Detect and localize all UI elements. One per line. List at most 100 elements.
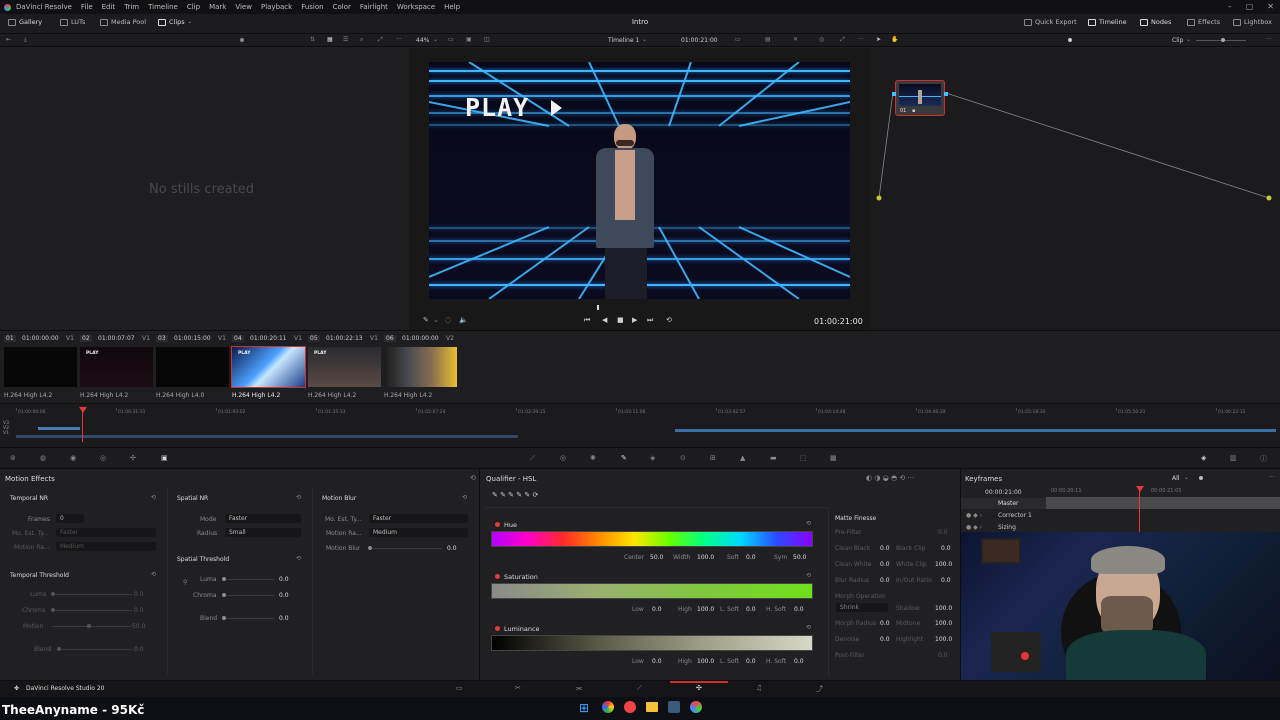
menu-app[interactable]: DaVinci Resolve	[16, 3, 72, 11]
menu-mark[interactable]: Mark	[209, 3, 226, 11]
qualifier-mode-icons[interactable]: ◐ ◑ ◒ ◓ ⟲ ···	[866, 474, 914, 482]
minimize-icon[interactable]: –	[1228, 2, 1232, 11]
link-icon[interactable]: ⚲	[183, 579, 187, 586]
in-out-ratio-value[interactable]: 0.0	[941, 577, 951, 584]
loop-transport-icon[interactable]: ◌	[445, 316, 451, 324]
luminance-enable-dot[interactable]	[495, 626, 500, 631]
clip-thumbnail[interactable]	[384, 347, 457, 387]
luts-button[interactable]: LUTs	[60, 18, 85, 26]
windows-start-icon[interactable]: ⊞	[579, 701, 589, 715]
hue-center-value[interactable]: 50.0	[650, 554, 663, 561]
mb-motion-range-select[interactable]: Medium	[369, 528, 468, 537]
go-to-start-icon[interactable]: ⏮	[584, 316, 590, 325]
white-clip-value[interactable]: 100.0	[935, 561, 952, 568]
highlight-icon[interactable]: ▣	[466, 36, 472, 43]
deliver-page-icon[interactable]: ⤴	[816, 684, 823, 694]
st-luma-knob[interactable]	[222, 577, 226, 581]
close-icon[interactable]: ✕	[1267, 2, 1274, 11]
cut-page-icon[interactable]: ✂	[515, 684, 521, 692]
hue-soft-value[interactable]: 0.0	[746, 554, 756, 561]
node-zoom-knob[interactable]	[1068, 38, 1072, 42]
warper-grid-icon[interactable]: ✺	[590, 454, 596, 462]
saturation-gradient-bar[interactable]	[491, 583, 813, 599]
curves-icon[interactable]: ⟋	[530, 454, 535, 463]
split-screen-icon[interactable]: ▭	[448, 36, 454, 43]
lum-low-value[interactable]: 0.0	[652, 658, 662, 665]
app-icon-blue[interactable]	[668, 701, 680, 713]
menu-help[interactable]: Help	[444, 3, 460, 11]
tnr-mo-est-select[interactable]: Faster	[56, 528, 156, 537]
lum-lsoft-value[interactable]: 0.0	[746, 658, 756, 665]
denoise-value[interactable]: 0.0	[880, 636, 890, 643]
go-to-end-icon[interactable]: ⏭	[647, 316, 653, 325]
hue-reset-icon[interactable]: ⟲	[806, 520, 811, 527]
st-chroma-value[interactable]: 0.0	[279, 592, 289, 599]
highlight-tool-icon[interactable]: ✎	[423, 316, 429, 324]
stop-icon[interactable]: ■	[617, 316, 624, 324]
grab-still-icon[interactable]: ⤓	[24, 36, 27, 44]
collapse-icon[interactable]: ⇤	[6, 36, 11, 43]
blur-icon[interactable]: ▲	[740, 454, 745, 462]
st-blend-knob[interactable]	[222, 616, 226, 620]
qualifier-icon[interactable]: ✎	[621, 454, 627, 462]
pre-filter-value[interactable]: 0.0	[938, 529, 948, 536]
temporal-threshold-reset-icon[interactable]: ⟲	[151, 571, 156, 578]
keyframes-panel-icon[interactable]: ◈	[1201, 454, 1206, 462]
info-icon[interactable]: ⓘ	[1260, 454, 1267, 464]
tt-chroma-knob[interactable]	[51, 608, 55, 612]
audio-icon[interactable]: 🔈	[459, 316, 468, 324]
viewer-size-icon[interactable]: ▤	[765, 36, 771, 43]
node-options-icon[interactable]: ···	[1266, 36, 1272, 43]
grid-view-icon[interactable]: ▦	[327, 36, 333, 43]
hue-sym-value[interactable]: 50.0	[793, 554, 806, 561]
st-blend-value[interactable]: 0.0	[279, 615, 289, 622]
node-input-port[interactable]	[892, 92, 896, 96]
loop-playback-icon[interactable]: ⟲	[666, 316, 672, 324]
file-explorer-icon[interactable]	[646, 702, 658, 712]
resolve-taskbar-icon[interactable]	[690, 701, 702, 713]
window-icon[interactable]: ◈	[650, 454, 655, 462]
frames-select[interactable]: 0	[56, 514, 84, 523]
tt-motion-knob[interactable]	[87, 624, 91, 628]
scrubber-playhead[interactable]	[597, 305, 599, 310]
morph-radius-value[interactable]: 0.0	[880, 620, 890, 627]
gallery-slider-knob[interactable]	[240, 38, 244, 42]
timeline-button[interactable]: Timeline	[1088, 18, 1127, 26]
color-page-icon[interactable]: ✣	[696, 684, 702, 692]
blur-radius-value[interactable]: 0.0	[880, 577, 890, 584]
sat-high-value[interactable]: 100.0	[697, 606, 714, 613]
mb-blur-knob[interactable]	[368, 546, 372, 550]
menu-workspace[interactable]: Workspace	[397, 3, 435, 11]
clean-white-value[interactable]: 0.0	[880, 561, 890, 568]
color-warper-icon[interactable]: ◎	[560, 454, 566, 462]
tt-chroma-value[interactable]: 0.0	[134, 607, 144, 614]
clip-thumbnail[interactable]	[4, 347, 77, 387]
menu-fairlight[interactable]: Fairlight	[360, 3, 388, 11]
sizing-icon[interactable]: ⬚	[800, 454, 807, 462]
qualifier-tools-icons[interactable]: ✎ ✎ ✎ ✎ ✎ ⟳	[492, 491, 538, 499]
spatial-threshold-reset-icon[interactable]: ⟲	[296, 555, 301, 562]
kf-row-corrector[interactable]: Corrector 1	[998, 512, 1032, 519]
search-icon[interactable]: ⌕	[360, 36, 363, 44]
3d-icon[interactable]: ▦	[830, 454, 837, 462]
tool-chevron-icon[interactable]: ⌄	[433, 316, 439, 324]
play-icon[interactable]: ▶	[632, 316, 637, 324]
timeline-clip-segment[interactable]	[675, 429, 1276, 432]
media-page-icon[interactable]: ▭	[456, 684, 463, 692]
tt-blend-value[interactable]: 0.0	[134, 646, 144, 653]
kf-row-sizing[interactable]: Sizing	[998, 524, 1016, 531]
sat-hsoft-value[interactable]: 0.0	[794, 606, 804, 613]
menu-timeline[interactable]: Timeline	[148, 3, 178, 11]
color-wheels-icon[interactable]: ◉	[70, 454, 76, 462]
luminance-reset-icon[interactable]: ⟲	[806, 624, 811, 631]
black-clip-value[interactable]: 0.0	[941, 545, 951, 552]
mb-blur-value[interactable]: 0.0	[447, 545, 457, 552]
shadow-value[interactable]: 100.0	[935, 605, 952, 612]
more-options-icon[interactable]: ···	[396, 36, 402, 43]
temporal-nr-reset-icon[interactable]: ⟲	[151, 494, 156, 501]
options-icon[interactable]: ···	[858, 36, 864, 43]
luminance-gradient-bar[interactable]	[491, 635, 813, 651]
media-pool-button[interactable]: Media Pool	[100, 18, 146, 26]
post-filter-value[interactable]: 0.0	[938, 652, 948, 659]
play-reverse-icon[interactable]: ◀	[602, 316, 607, 324]
